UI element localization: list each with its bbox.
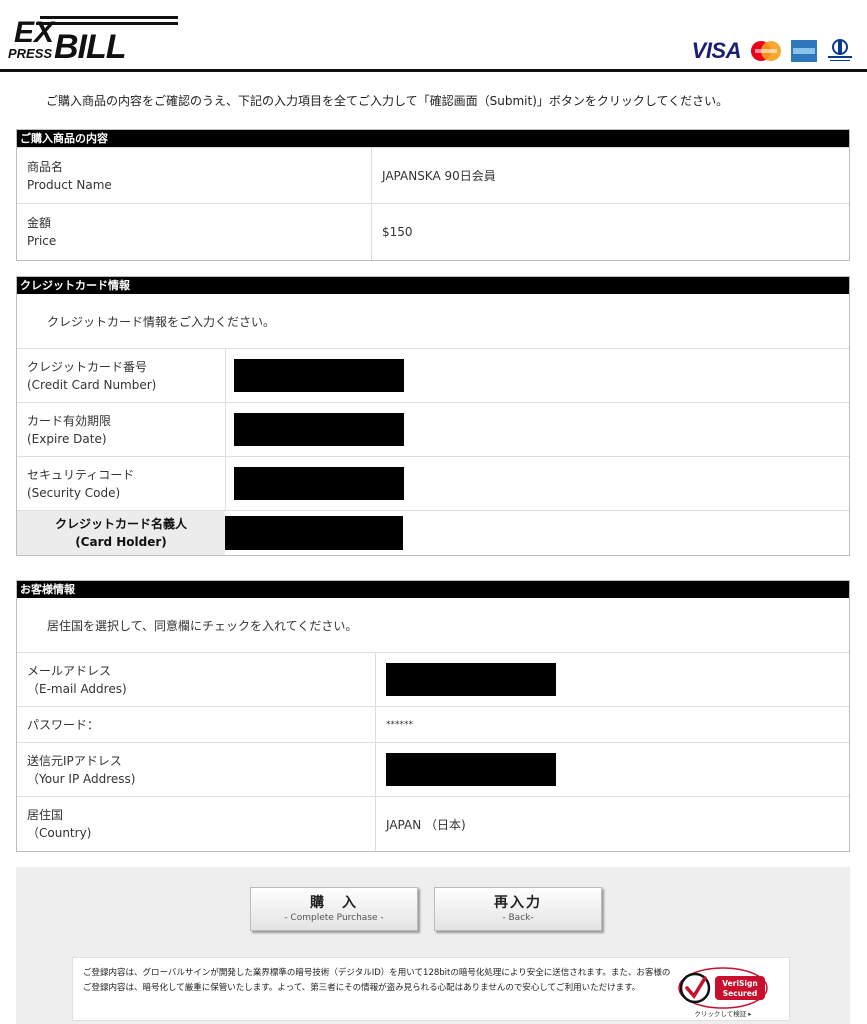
country-row: 居住国 （Country) JAPAN （日本) xyxy=(17,796,849,851)
purchase-button-sublabel: - Complete Purchase - xyxy=(284,913,384,923)
country-label: 居住国 （Country) xyxy=(17,797,375,851)
label-ja: 商品名 xyxy=(27,159,64,174)
logo-text-ex: EX xyxy=(14,16,56,49)
security-code-field[interactable] xyxy=(225,457,849,510)
purchase-button-label: 購 入 xyxy=(310,895,358,911)
label-ja: カード有効期限 xyxy=(27,413,112,428)
redacted-card-holder xyxy=(225,516,403,550)
label-en: Product Name xyxy=(27,177,112,192)
purchase-button[interactable]: 購 入 - Complete Purchase - xyxy=(250,887,418,931)
back-button-sublabel: - Back- xyxy=(502,913,534,923)
product-name-value: JAPANSKA 90日会員 xyxy=(371,148,849,203)
action-area: 購 入 - Complete Purchase - 再入力 - Back- ご登… xyxy=(16,867,850,1024)
label-ja: 送信元IPアドレス xyxy=(27,753,122,768)
seal-line-1: VeriSign xyxy=(722,979,757,988)
label-en: （Country) xyxy=(27,826,92,840)
label-ja: 金額 xyxy=(27,216,52,230)
customer-note: 居住国を選択して、同意欄にチェックを入れてください。 xyxy=(47,618,358,633)
redacted-card-number xyxy=(234,359,404,392)
security-code-row: セキュリティコード (Security Code) xyxy=(17,456,849,510)
product-name-label: 商品名 Product Name xyxy=(17,148,371,203)
section-header: ご購入商品の内容 xyxy=(17,130,849,147)
country-value: JAPAN （日本) xyxy=(375,797,849,851)
label-ja: セキュリティコード xyxy=(27,467,135,482)
credit-card-section: クレジットカード情報 クレジットカード情報をご入力ください。 クレジットカード番… xyxy=(16,276,850,556)
label-en: （Your IP Address) xyxy=(27,771,136,786)
customer-section: お客様情報 居住国を選択して、同意欄にチェックを入れてください。 メールアドレス… xyxy=(16,580,850,852)
password-row: パスワード： ****** xyxy=(17,706,849,742)
section-header: お客様情報 xyxy=(17,581,849,598)
card-number-field[interactable] xyxy=(225,349,849,402)
diners-club-icon xyxy=(828,39,852,61)
label-en: (Credit Card Number) xyxy=(27,377,157,392)
price-label: 金額 Price xyxy=(17,204,371,260)
expressbill-logo: EX PRESS BILL xyxy=(8,16,178,62)
back-button-label: 再入力 xyxy=(494,895,542,911)
card-holder-row: クレジットカード名義人 (Card Holder) xyxy=(17,510,849,555)
price-value: $150 xyxy=(371,204,849,260)
ip-row: 送信元IPアドレス （Your IP Address) xyxy=(17,742,849,796)
card-holder-label: クレジットカード名義人 (Card Holder) xyxy=(17,511,225,555)
credit-note-row: クレジットカード情報をご入力ください。 xyxy=(17,294,849,348)
card-number-label: クレジットカード番号 (Credit Card Number) xyxy=(17,349,225,402)
section-header: クレジットカード情報 xyxy=(17,277,849,294)
label-ja: クレジットカード番号 xyxy=(27,359,148,374)
email-row: メールアドレス （E-mail Addres) xyxy=(17,652,849,706)
logo-text-press: PRESS xyxy=(8,46,52,61)
expire-label: カード有効期限 (Expire Date) xyxy=(17,403,225,456)
expire-row: カード有効期限 (Expire Date) xyxy=(17,402,849,456)
product-section: ご購入商品の内容 商品名 Product Name JAPANSKA 90日会員… xyxy=(16,129,850,261)
security-info-text: ご登録内容は、グローバルサインが開発した業界標準の暗号技術（デジタルID）を用い… xyxy=(83,968,671,993)
label-ja: 居住国 xyxy=(27,808,64,822)
seal-caption: クリックして検証 ▸ xyxy=(694,1009,752,1018)
ip-label: 送信元IPアドレス （Your IP Address) xyxy=(17,743,375,796)
amex-icon xyxy=(791,40,817,62)
label-en: (Security Code) xyxy=(27,485,121,500)
visa-icon: VISA xyxy=(691,38,742,63)
email-label: メールアドレス （E-mail Addres) xyxy=(17,653,375,706)
password-label: パスワード： xyxy=(27,717,100,732)
redacted-email xyxy=(386,663,556,696)
security-info-box: ご登録内容は、グローバルサインが開発した業界標準の暗号技術（デジタルID）を用い… xyxy=(72,957,790,1021)
seal-line-2: Secured xyxy=(723,989,757,998)
card-number-row: クレジットカード番号 (Credit Card Number) xyxy=(17,348,849,402)
logo-text-bill: BILL xyxy=(54,28,126,62)
ip-field xyxy=(375,743,849,796)
label-ja: メールアドレス xyxy=(27,663,112,678)
product-name-row: 商品名 Product Name JAPANSKA 90日会員 xyxy=(17,147,849,203)
mastercard-icon xyxy=(751,41,781,61)
page-header: EX PRESS BILL VISA xyxy=(0,0,867,72)
expire-field[interactable] xyxy=(225,403,849,456)
back-button[interactable]: 再入力 - Back- xyxy=(434,887,602,931)
price-row: 金額 Price $150 xyxy=(17,203,849,260)
redacted-security-code xyxy=(234,467,404,500)
verisign-seal[interactable]: VeriSign Secured クリックして検証 ▸ xyxy=(675,966,771,1018)
intro-text: ご購入商品の内容をご確認のうえ、下記の入力項目を全てご入力して「確認画面（Sub… xyxy=(46,94,729,108)
security-code-label: セキュリティコード (Security Code) xyxy=(17,457,225,510)
card-holder-field[interactable] xyxy=(225,511,849,555)
label-en: Price xyxy=(27,234,57,248)
label-ja: クレジットカード名義人 xyxy=(54,517,187,531)
redacted-expire-date xyxy=(234,413,404,446)
credit-note: クレジットカード情報をご入力ください。 xyxy=(47,314,276,329)
redacted-ip xyxy=(386,753,556,786)
label-en: （E-mail Addres) xyxy=(27,681,127,696)
label-en: (Expire Date) xyxy=(27,431,107,446)
email-field[interactable] xyxy=(375,653,849,706)
customer-note-row: 居住国を選択して、同意欄にチェックを入れてください。 xyxy=(17,598,849,652)
password-value: ****** xyxy=(375,707,849,742)
card-brands: VISA xyxy=(692,38,855,64)
label-en: (Card Holder) xyxy=(75,535,167,549)
